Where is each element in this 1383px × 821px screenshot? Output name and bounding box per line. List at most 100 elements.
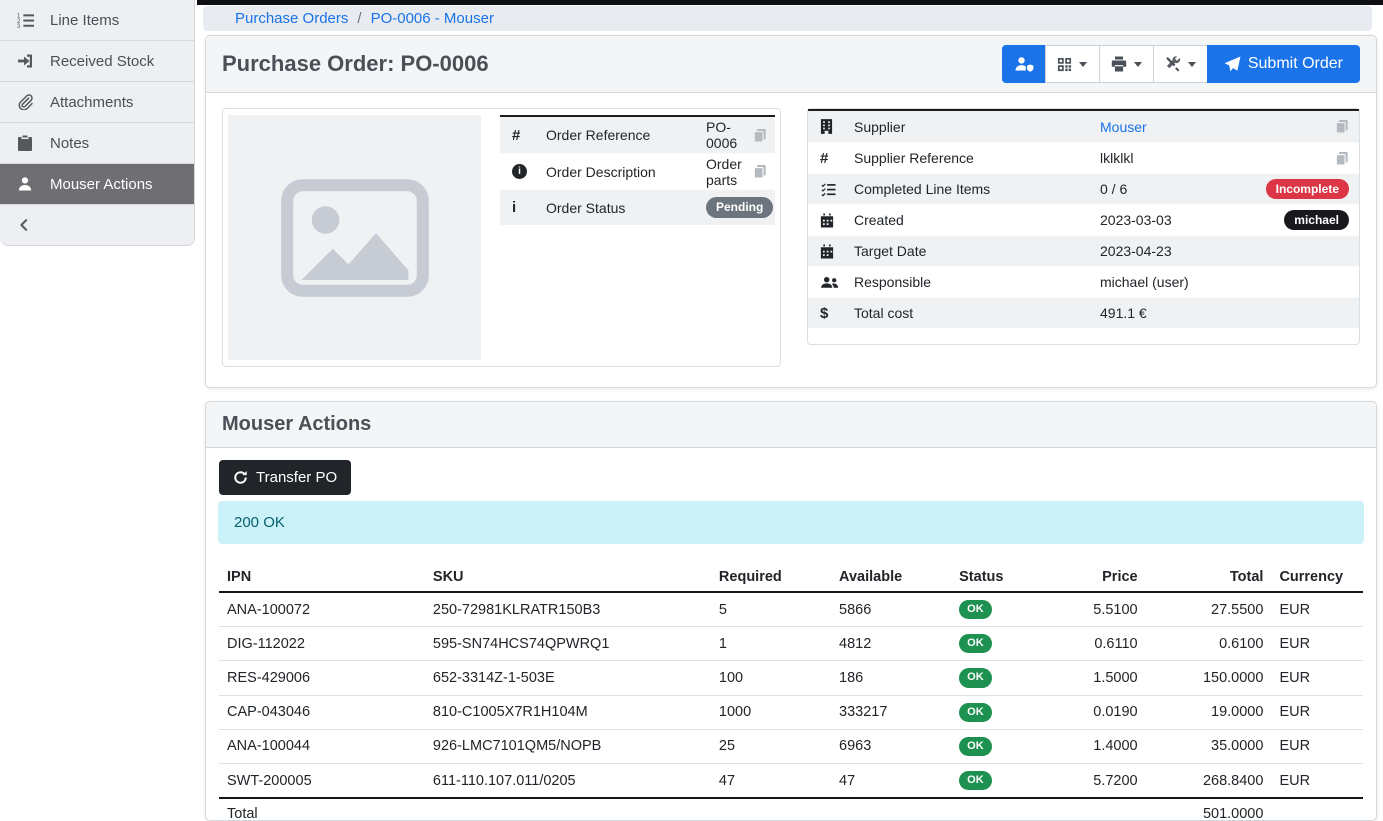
copy-icon[interactable] [1335, 151, 1349, 166]
detail-value: michael (user) [1100, 274, 1349, 290]
detail-value: Pending [706, 197, 773, 217]
printer-icon [1111, 56, 1127, 72]
cell-ipn: ANA-100044 [219, 729, 425, 763]
cell-total: 27.5500 [1146, 592, 1272, 627]
image-placeholder-icon [280, 177, 430, 299]
cell-currency: EUR [1271, 763, 1363, 798]
barcode-actions-button[interactable] [1045, 45, 1100, 83]
cell-sku: 652-3314Z-1-503E [425, 661, 711, 695]
cell-status: OK [951, 729, 1048, 763]
line-items-table: IPN SKU Required Available Status Price … [219, 563, 1363, 821]
cell-price: 1.4000 [1048, 729, 1145, 763]
cell-ipn: CAP-043046 [219, 695, 425, 729]
user-icon [15, 176, 35, 192]
column-header-available: Available [831, 563, 951, 592]
admin-button[interactable] [1002, 45, 1046, 83]
table-row: ANA-100044 926-LMC7101QM5/NOPB 25 6963 O… [219, 729, 1363, 763]
detail-label: Supplier [854, 119, 1100, 135]
mouser-actions-title: Mouser Actions [222, 413, 371, 436]
sidebar-item-notes[interactable]: Notes [0, 123, 194, 164]
detail-label: Supplier Reference [854, 150, 1100, 166]
sidebar: 123 Line Items Received Stock Attachment… [0, 0, 195, 246]
copy-icon[interactable] [753, 164, 767, 179]
chevron-down-icon [1134, 62, 1142, 71]
detail-label: Responsible [854, 274, 1100, 290]
cell-price: 5.5100 [1048, 592, 1145, 627]
cell-sku: 926-LMC7101QM5/NOPB [425, 729, 711, 763]
purchase-order-panel-header: Purchase Order: PO-0006 [206, 36, 1376, 93]
breadcrumb-link-purchase-orders[interactable]: Purchase Orders [235, 10, 348, 27]
tools-icon [1165, 56, 1181, 72]
breadcrumb-link-current-order[interactable]: PO-0006 - Mouser [371, 10, 494, 27]
chevron-down-icon [1079, 62, 1087, 71]
cell-status: OK [951, 627, 1048, 661]
cell-sku: 250-72981KLRATR150B3 [425, 592, 711, 627]
transfer-po-button[interactable]: Transfer PO [219, 460, 351, 495]
order-details-table: # Order Reference PO-0006 i Order Descri… [500, 115, 775, 360]
cell-currency: EUR [1271, 695, 1363, 729]
cell-ipn: DIG-112022 [219, 627, 425, 661]
detail-row-target-date: Target Date 2023-04-23 [808, 235, 1359, 266]
table-row: SWT-200005 611-110.107.011/0205 47 47 OK… [219, 763, 1363, 798]
column-header-currency: Currency [1271, 563, 1363, 592]
sidebar-item-received-stock[interactable]: Received Stock [0, 41, 194, 82]
copy-icon[interactable] [753, 128, 767, 143]
cell-required: 47 [711, 763, 831, 798]
info-circle-icon: i [512, 164, 546, 179]
breadcrumb-separator: / [357, 10, 361, 27]
submit-order-button[interactable]: Submit Order [1207, 45, 1360, 83]
hash-icon: # [512, 127, 546, 144]
ok-badge: OK [959, 703, 992, 722]
order-options-button[interactable] [1153, 45, 1208, 83]
dollar-icon: $ [820, 305, 854, 322]
cell-ipn: ANA-100072 [219, 592, 425, 627]
table-row: RES-429006 652-3314Z-1-503E 100 186 OK 1… [219, 661, 1363, 695]
cell-required: 1000 [711, 695, 831, 729]
cell-status: OK [951, 763, 1048, 798]
detail-value: 2023-03-03 [1100, 212, 1284, 228]
sidebar-item-mouser-actions[interactable]: Mouser Actions [0, 164, 194, 205]
top-strip [197, 0, 1383, 5]
detail-row-supplier-reference: # Supplier Reference lklklkl [808, 142, 1359, 173]
cell-status: OK [951, 695, 1048, 729]
mouser-actions-panel: Mouser Actions Transfer PO 200 OK IPN SK [205, 401, 1377, 821]
cell-required: 1 [711, 627, 831, 661]
detail-label: Total cost [854, 305, 1100, 321]
cell-available: 4812 [831, 627, 951, 661]
copy-icon[interactable] [1335, 119, 1349, 134]
cell-total: 268.8400 [1146, 763, 1272, 798]
cell-sku: 595-SN74HCS74QPWRQ1 [425, 627, 711, 661]
detail-value: lklklkl [1100, 150, 1335, 166]
detail-row-responsible: Responsible michael (user) [808, 266, 1359, 297]
detail-row-order-status: i Order Status Pending [500, 189, 775, 225]
status-badge: Pending [706, 197, 773, 217]
cell-price: 1.5000 [1048, 661, 1145, 695]
sidebar-item-line-items[interactable]: 123 Line Items [0, 0, 194, 41]
sidebar-item-label: Attachments [50, 94, 133, 111]
detail-value: Order parts [706, 156, 753, 188]
ok-badge: OK [959, 600, 992, 619]
purchase-order-panel: Purchase Order: PO-0006 [205, 35, 1377, 388]
cell-available: 47 [831, 763, 951, 798]
svg-text:3: 3 [17, 24, 21, 29]
sidebar-item-label: Mouser Actions [50, 176, 153, 193]
table-total-row: Total 501.0000 [219, 798, 1363, 821]
column-header-status: Status [951, 563, 1048, 592]
detail-row-completed-line-items: Completed Line Items 0 / 6 Incomplete [808, 173, 1359, 204]
print-actions-button[interactable] [1099, 45, 1154, 83]
ok-badge: OK [959, 668, 992, 687]
detail-label: Target Date [854, 243, 1100, 259]
detail-value: PO-0006 [706, 119, 753, 151]
sidebar-item-attachments[interactable]: Attachments [0, 82, 194, 123]
order-image-placeholder [228, 115, 481, 360]
supplier-link[interactable]: Mouser [1100, 119, 1147, 135]
hash-icon: # [820, 150, 854, 167]
order-toolbar: Submit Order [1002, 45, 1360, 83]
empty-detail-row [808, 328, 1359, 344]
cell-available: 6963 [831, 729, 951, 763]
sidebar-menu: 123 Line Items Received Stock Attachment… [0, 0, 195, 246]
detail-value: 0 / 6 [1100, 181, 1266, 197]
main-content: Purchase Orders / PO-0006 - Mouser Purch… [195, 0, 1383, 794]
sidebar-collapse-button[interactable] [0, 205, 194, 245]
cell-ipn: SWT-200005 [219, 763, 425, 798]
